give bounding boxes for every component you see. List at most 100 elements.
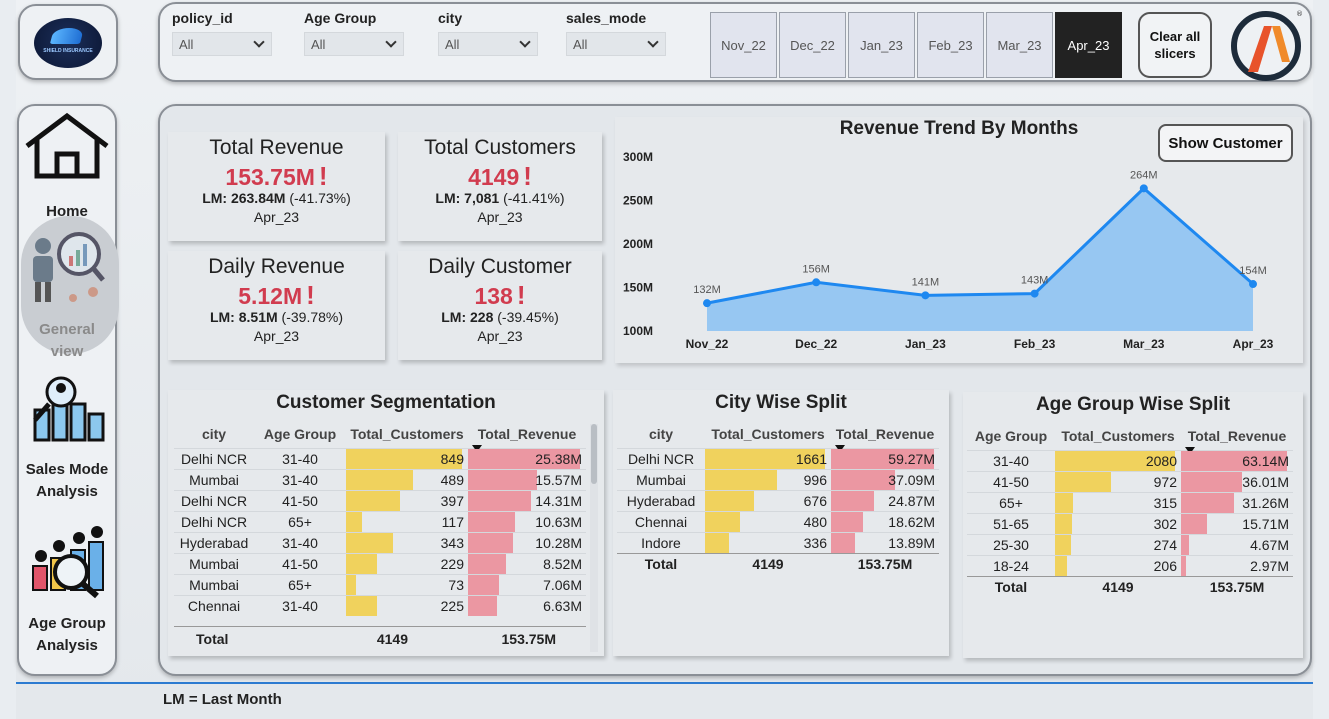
city-cell: Indore <box>617 531 705 553</box>
column-header-total-revenue[interactable]: Total_Revenue <box>468 420 586 452</box>
column-header-total-revenue[interactable]: Total_Revenue <box>831 420 939 452</box>
data-bar <box>468 511 515 532</box>
table-title: Customer Segmentation <box>276 392 496 413</box>
table-row[interactable]: Indore 336 13.89M <box>617 531 939 553</box>
table-row[interactable]: 65+ 315 31.26M <box>967 491 1293 513</box>
x-tick-label: Jan_23 <box>905 337 946 351</box>
bar-cell: 8.52M <box>468 553 586 574</box>
total-label: Total <box>617 552 705 574</box>
data-point <box>812 278 821 287</box>
data-bar <box>831 469 896 490</box>
dropdown-value: All <box>311 36 326 52</box>
table-row[interactable]: Mumbai 31-40 489 15.57M <box>174 468 586 490</box>
table-row[interactable]: Mumbai 41-50 229 8.52M <box>174 552 586 574</box>
bar-value: 849 <box>440 450 464 467</box>
scrollbar-thumb[interactable] <box>591 424 597 484</box>
bar-value: 1661 <box>795 450 827 467</box>
table-row[interactable]: Delhi NCR 1661 59.27M <box>617 447 939 469</box>
nav-age-group[interactable]: Age Group Analysis <box>19 526 115 657</box>
kpi-last-month: LM: 7,081 (-41.41%) <box>398 189 602 207</box>
bar-value: 225 <box>440 597 464 614</box>
age-group-icon <box>32 526 104 599</box>
city-dropdown[interactable]: All <box>438 32 538 56</box>
total-row: Total 4149 153.75M <box>967 575 1293 597</box>
bar-value: 972 <box>1153 473 1177 490</box>
revenue-cell: 10.63M <box>468 510 586 532</box>
column-header-total-customers[interactable]: Total_Customers <box>1055 422 1181 450</box>
bar-value: 4.67M <box>1250 536 1289 553</box>
table-row[interactable]: Chennai 31-40 225 6.63M <box>174 594 586 616</box>
table-row[interactable]: Delhi NCR 41-50 397 14.31M <box>174 489 586 511</box>
month-button-nov-22[interactable]: Nov_22 <box>710 12 777 78</box>
bar-cell: 73 <box>346 574 468 595</box>
column-header-total-customers[interactable]: Total_Customers <box>346 420 468 448</box>
bar-cell: 37.09M <box>831 469 939 490</box>
table-row[interactable]: 31-40 2080 63.14M <box>967 449 1293 471</box>
bar-value: 14.31M <box>535 492 582 509</box>
revenue-cell: 14.31M <box>468 489 586 511</box>
table-row[interactable]: 25-30 274 4.67M <box>967 533 1293 555</box>
data-bar <box>1055 471 1111 492</box>
policy-id-dropdown[interactable]: All <box>172 32 272 56</box>
segmentation-scrollbar[interactable] <box>590 424 598 652</box>
nav-sales-mode[interactable]: Sales Mode Analysis <box>19 374 115 503</box>
total-revenue: 153.75M <box>1181 575 1293 597</box>
column-header-age-group[interactable]: Age Group <box>254 420 346 448</box>
bar-cell: 10.63M <box>468 511 586 532</box>
table-row[interactable]: 51-65 302 15.71M <box>967 512 1293 534</box>
data-bar <box>831 532 856 553</box>
customers-cell: 73 <box>346 573 468 595</box>
table-row[interactable]: Mumbai 65+ 73 7.06M <box>174 573 586 595</box>
table-row[interactable]: Delhi NCR 65+ 117 10.63M <box>174 510 586 532</box>
revenue-cell: 10.28M <box>468 531 586 553</box>
bar-cell: 849 <box>346 448 468 469</box>
city-cell: Delhi NCR <box>174 510 254 532</box>
bar-value: 63.14M <box>1242 452 1289 469</box>
company-logo-box: SHIELD INSURANCE <box>18 4 118 80</box>
month-button-apr-23[interactable]: Apr_23 <box>1055 12 1122 78</box>
customers-cell: 849 <box>346 447 468 469</box>
filter-label: sales_mode <box>566 10 647 26</box>
table-row[interactable]: 41-50 972 36.01M <box>967 470 1293 492</box>
bar-cell: 7.06M <box>468 574 586 595</box>
month-button-dec-22[interactable]: Dec_22 <box>779 12 846 78</box>
month-button-feb-23[interactable]: Feb_23 <box>917 12 984 78</box>
column-header-total-customers[interactable]: Total_Customers <box>705 420 831 448</box>
bar-value: 2080 <box>1145 452 1177 469</box>
nav-general-label: General view <box>39 321 95 360</box>
customers-cell: 206 <box>1055 554 1181 576</box>
column-header-age-group[interactable]: Age Group <box>967 422 1055 450</box>
bar-cell: 31.26M <box>1181 492 1293 513</box>
month-button-jan-23[interactable]: Jan_23 <box>848 12 915 78</box>
sales-mode-dropdown[interactable]: All <box>566 32 666 56</box>
column-header-total-revenue[interactable]: Total_Revenue <box>1181 422 1293 454</box>
x-tick-label: Apr_23 <box>1233 337 1274 351</box>
column-header-city[interactable]: city <box>617 420 705 448</box>
bar-cell: 225 <box>346 595 468 616</box>
table-row[interactable]: Mumbai 996 37.09M <box>617 468 939 490</box>
data-point <box>703 299 711 308</box>
table-row[interactable]: Delhi NCR 31-40 849 25.38M <box>174 447 586 469</box>
y-tick-label: 250M <box>623 194 653 208</box>
table-row[interactable]: Hyderabad 31-40 343 10.28M <box>174 531 586 553</box>
age-group-dropdown[interactable]: All <box>304 32 404 56</box>
age-group-split-table: Age Group Wise Split Age Group Total_Cus… <box>963 392 1303 658</box>
table-row[interactable]: Hyderabad 676 24.87M <box>617 489 939 511</box>
nav-sales-label: Sales Mode Analysis <box>25 461 109 500</box>
bar-value: 397 <box>440 492 464 509</box>
clear-slicers-button[interactable]: Clear all slicers <box>1138 12 1212 78</box>
nav-home[interactable]: Home <box>19 112 115 223</box>
nav-general-view[interactable]: General view <box>19 224 115 363</box>
total-label: Total <box>196 630 229 647</box>
bar-value: 2.97M <box>1250 557 1289 574</box>
table-row[interactable]: Chennai 480 18.62M <box>617 510 939 532</box>
revenue-cell: 36.01M <box>1181 470 1293 492</box>
table-row[interactable]: 18-24 206 2.97M <box>967 554 1293 576</box>
month-button-mar-23[interactable]: Mar_23 <box>986 12 1053 78</box>
customers-cell: 489 <box>346 468 468 490</box>
age-group-cell: 65+ <box>967 491 1055 513</box>
analyst-icon <box>33 232 105 302</box>
bar-cell: 480 <box>705 511 831 532</box>
revenue-cell: 59.27M <box>831 447 939 469</box>
column-header-city[interactable]: city <box>174 420 254 448</box>
